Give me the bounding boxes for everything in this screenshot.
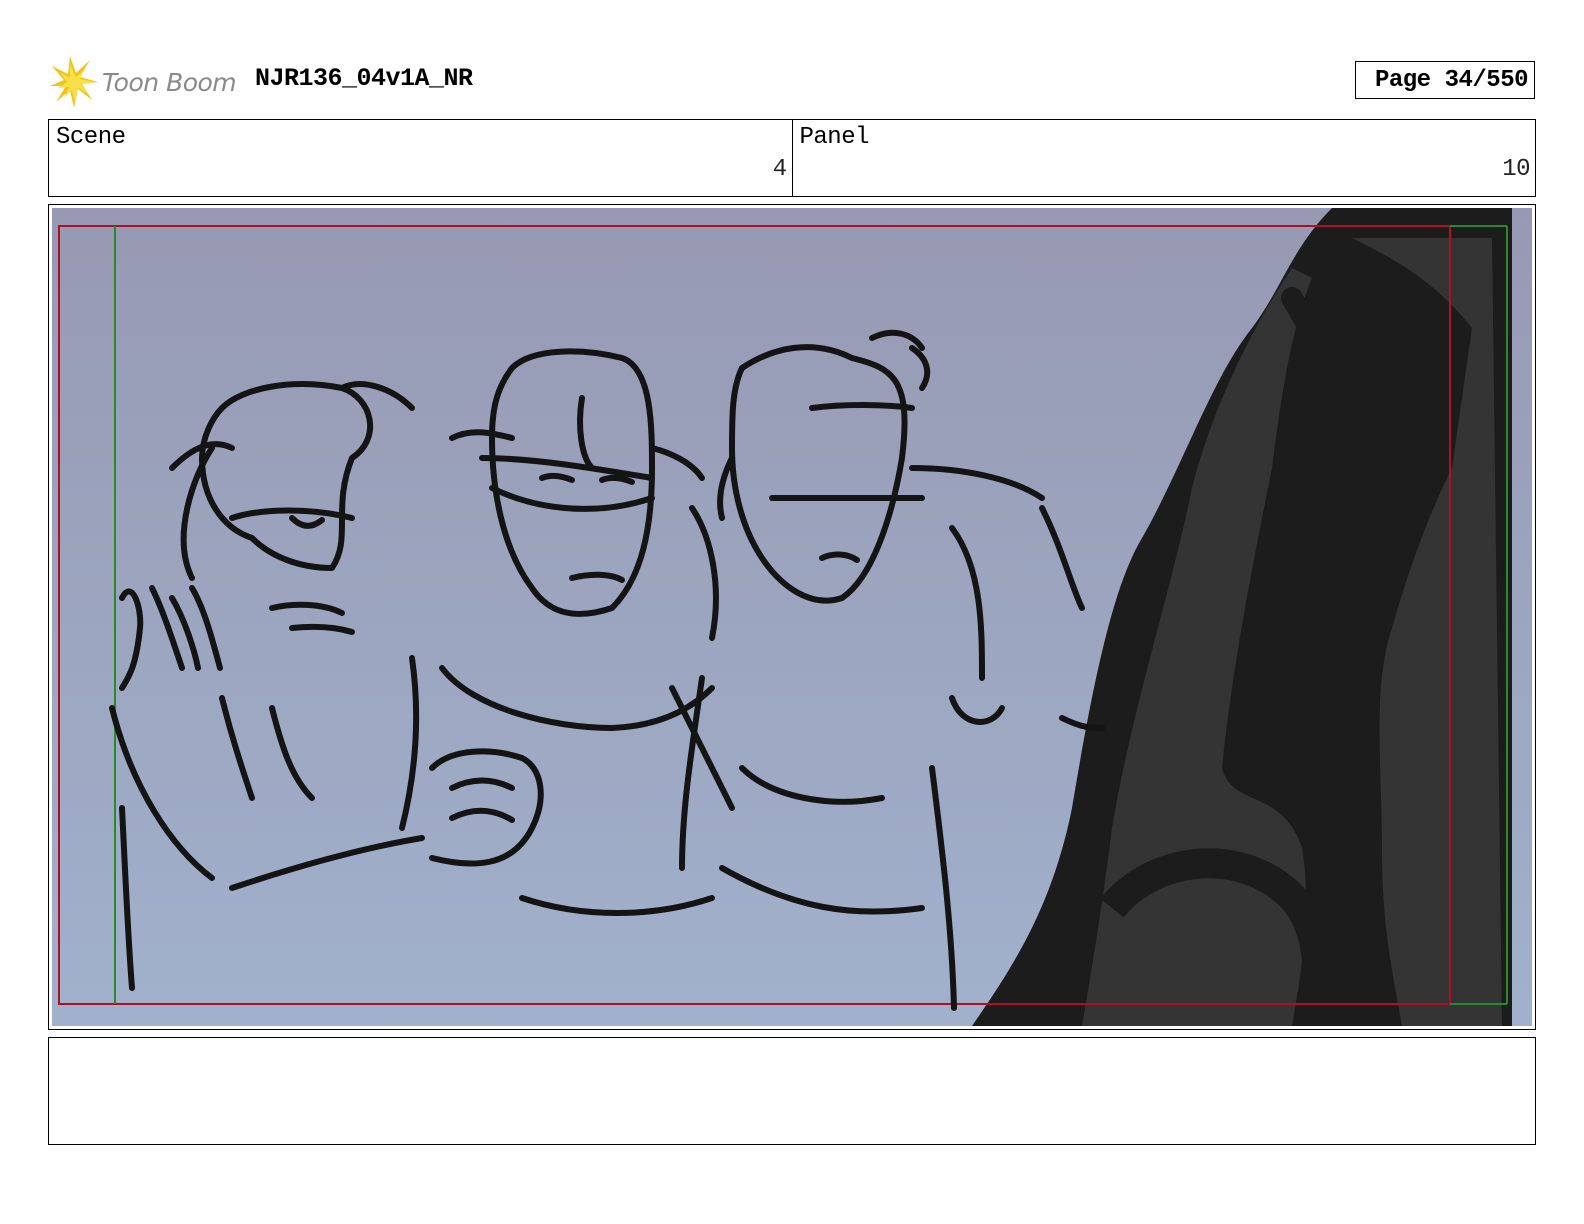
panel-label: Panel (799, 124, 870, 151)
scene-panel-info: Scene 4 Panel 10 (48, 119, 1536, 197)
project-title: NJR136_04v1A_NR (255, 64, 473, 93)
page-label: Page (1374, 66, 1431, 94)
page-number: 34/550 (1444, 66, 1529, 94)
scene-cell: Scene 4 (49, 120, 792, 196)
page-indicator: Page 34/550 (1355, 61, 1535, 99)
notes-box (48, 1037, 1536, 1145)
scene-value: 4 (772, 156, 787, 183)
panel-value: 10 (1502, 156, 1530, 183)
panel-cell: Panel 10 (791, 120, 1536, 196)
scene-label: Scene (56, 124, 126, 151)
storyboard-panel-drawing (52, 208, 1532, 1026)
logo-text: Toon Boom (102, 67, 237, 97)
starburst-logo-icon (50, 56, 98, 108)
toon-boom-logo: Toon Boom (50, 56, 237, 108)
storyboard-sketch (52, 208, 1532, 1026)
